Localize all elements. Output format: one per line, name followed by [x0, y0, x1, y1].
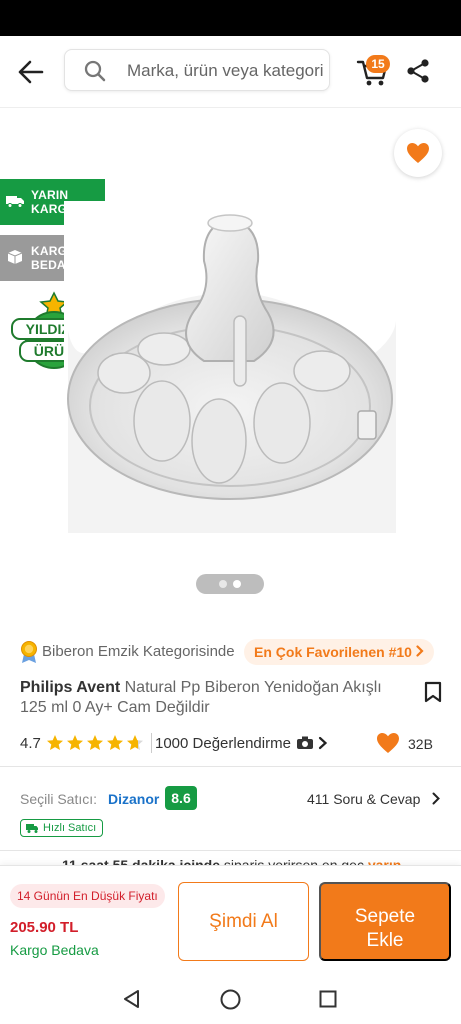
truck-icon: [5, 193, 25, 209]
seller-score-badge: 8.6: [165, 786, 197, 810]
purchase-bar: 14 Günün En Düşük Fiyatı 205.90 TL Kargo…: [0, 865, 461, 974]
category-rank-pill[interactable]: En Çok Favorilenen #10: [244, 639, 434, 665]
category-rank-label: En Çok Favorilenen #10: [254, 644, 412, 660]
bookmark-icon[interactable]: [424, 681, 442, 703]
add-to-cart-line2: Ekle: [366, 929, 404, 951]
seller-label: Seçili Satıcı:: [20, 791, 98, 807]
product-brand[interactable]: Philips Avent: [20, 679, 120, 696]
camera-icon: [296, 735, 314, 750]
share-icon[interactable]: [405, 58, 431, 84]
triangle-back-icon[interactable]: [122, 989, 142, 1009]
search-box[interactable]: [64, 49, 330, 91]
truck-icon: [26, 824, 38, 833]
rating-divider: [151, 733, 152, 753]
chevron-right-icon: [416, 645, 424, 657]
review-count-link[interactable]: 1000 Değerlendirme: [155, 735, 291, 752]
free-shipping-label: Kargo Bedava: [10, 942, 99, 958]
rating-value: 4.7: [20, 735, 41, 752]
delivery-countdown: 11 saat 55 dakika içinde: [62, 857, 220, 865]
medal-icon: [20, 640, 38, 664]
add-to-cart-button[interactable]: Sepete Ekle: [319, 882, 451, 961]
favorite-button[interactable]: [394, 129, 442, 177]
qa-link[interactable]: 411 Soru & Cevap: [307, 791, 420, 807]
square-recent-icon[interactable]: [319, 990, 337, 1008]
tag-cargo-line1: YARIN: [31, 188, 69, 202]
chevron-right-icon[interactable]: [318, 736, 328, 750]
category-text: Biberon Emzik Kategorisinde: [42, 643, 235, 660]
rating-row[interactable]: 4.7 1000 Değerlendirme 32B: [20, 732, 445, 754]
seller-row: Seçili Satıcı: Dizanor 8.6 411 Soru & Ce…: [20, 786, 445, 812]
delivery-day: yarın: [367, 857, 402, 865]
seller-name-link[interactable]: Dizanor: [108, 791, 159, 807]
add-to-cart-line1: Sepete: [354, 905, 416, 927]
product-price: 205.90 TL: [10, 919, 79, 936]
search-icon: [83, 59, 107, 83]
star-icon: [67, 735, 83, 750]
gallery-dot-active[interactable]: [233, 580, 241, 588]
heart-icon: [407, 143, 429, 163]
section-divider: [0, 766, 461, 767]
fast-seller-label: Hızlı Satıcı: [43, 822, 97, 834]
status-bar: [0, 0, 461, 36]
chevron-right-icon[interactable]: [432, 792, 441, 805]
product-gallery[interactable]: YARIN KARGODA KARGO BEDAVA YILDIZLI ÜRÜN: [0, 109, 461, 614]
product-image[interactable]: [64, 201, 396, 533]
gallery-dot[interactable]: [219, 580, 227, 588]
system-nav-bar: [0, 974, 461, 1024]
box-icon: [5, 249, 25, 265]
star-icon: [87, 735, 103, 750]
star-icon: [47, 735, 63, 750]
product-title: Philips Avent Natural Pp Biberon Yenidoğ…: [20, 678, 400, 718]
star-icon: [107, 735, 123, 750]
heart-icon: [376, 732, 400, 754]
gallery-pagination[interactable]: [196, 574, 264, 594]
fast-seller-badge: Hızlı Satıcı: [20, 819, 104, 837]
lowest-price-badge: 14 Günün En Düşük Fiyatı: [10, 884, 165, 908]
category-ranking-row[interactable]: Biberon Emzik Kategorisinde En Çok Favor…: [20, 639, 441, 665]
circle-home-icon[interactable]: [220, 989, 241, 1010]
delivery-middle-text: sipariş verirsen en geç: [220, 857, 368, 865]
top-bar: 15: [0, 36, 461, 108]
rating-stars: [47, 735, 143, 750]
delivery-estimate: 11 saat 55 dakika içinde sipariş verirse…: [0, 850, 461, 865]
cart-count-badge: 15: [366, 55, 390, 73]
star-icon: [127, 735, 143, 750]
back-arrow-icon[interactable]: [16, 58, 46, 86]
likes-count: 32B: [408, 736, 433, 752]
search-input[interactable]: [127, 58, 323, 84]
buy-now-button[interactable]: Şimdi Al: [178, 882, 309, 961]
